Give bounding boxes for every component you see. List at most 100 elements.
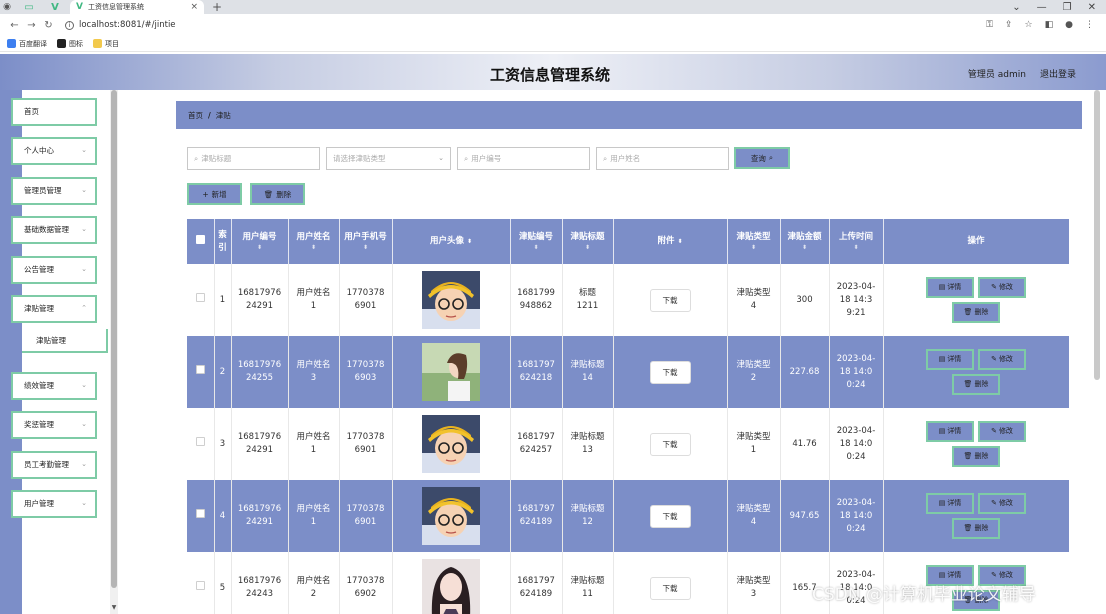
user-name-input[interactable]: ⌕ 用户姓名 — [596, 147, 729, 170]
download-button[interactable]: 下载 — [649, 432, 691, 456]
sort-icon[interactable]: ⬍ — [830, 244, 883, 252]
new-tab-button[interactable]: + — [212, 0, 222, 14]
sort-icon[interactable]: ⬍ — [467, 238, 472, 245]
column-header[interactable]: 上传时间 ⬍ — [829, 219, 884, 264]
browser-tab-vue[interactable]: V — [44, 1, 66, 13]
user-no-input[interactable]: ⌕ 用户编号 — [457, 147, 590, 170]
delete-button[interactable]: 🗑 删除 — [952, 374, 1000, 395]
edit-button[interactable]: ✎ 修改 — [978, 493, 1026, 514]
column-header[interactable]: 津贴编号 ⬍ — [510, 219, 563, 264]
edit-button[interactable]: ✎ 修改 — [978, 277, 1026, 298]
delete-button[interactable]: 🗑 删除 — [952, 518, 1000, 539]
sidebar-subitem-allowance[interactable]: 津贴管理 — [22, 329, 108, 353]
column-header[interactable]: 用户编号 ⬍ — [231, 219, 289, 264]
column-header[interactable]: 用户头像 ⬍ — [392, 219, 511, 264]
column-header[interactable]: 用户姓名 ⬍ — [288, 219, 340, 264]
batch-delete-button[interactable]: 🗑 删除 — [250, 183, 305, 205]
table-row[interactable]: 3 1681797624291 用户姓名1 17703786901 1681797624… — [187, 408, 1069, 480]
delete-button[interactable]: 🗑 删除 — [952, 302, 1000, 323]
close-window-icon[interactable]: ✕ — [1088, 2, 1096, 13]
reload-icon[interactable]: ↻ — [40, 20, 57, 31]
table-row[interactable]: 2 1681797624255 用户姓名3 17703786903 1681797624… — [187, 336, 1069, 408]
browser-tab-active[interactable]: V 工资信息管理系统 × — [70, 0, 204, 14]
profile-icon[interactable]: ● — [1065, 20, 1073, 30]
browser-tab-blank[interactable]: ▭ — [18, 1, 40, 13]
page-scroll-thumb[interactable] — [1094, 90, 1100, 380]
key-icon[interactable]: ⚿ — [986, 20, 993, 30]
sidebar-item-profile[interactable]: 个人中心 ⌄ — [11, 137, 97, 165]
row-checkbox[interactable] — [195, 437, 205, 446]
site-info-icon[interactable]: i — [65, 20, 74, 30]
restore-icon[interactable]: ❐ — [1063, 2, 1072, 13]
sidebar-item-admin[interactable]: 管理员管理 ⌄ — [11, 177, 97, 205]
bookmark-item[interactable]: 项目 — [93, 39, 119, 49]
row-checkbox[interactable] — [195, 581, 205, 590]
forward-icon[interactable]: → — [23, 20, 40, 31]
sidebar-item-allowance[interactable]: 津贴管理 ⌃ — [11, 295, 97, 323]
column-header[interactable]: 津贴类型 ⬍ — [727, 219, 781, 264]
row-select-cell[interactable] — [187, 552, 215, 614]
address-bar[interactable]: i localhost:8081/#/jintie — [65, 20, 176, 30]
sidebar-item-performance[interactable]: 绩效管理 ⌄ — [11, 372, 97, 400]
sidebar-item-reward[interactable]: 奖惩管理 ⌄ — [11, 411, 97, 439]
bookmark-item[interactable]: 图标 — [57, 39, 83, 49]
row-select-cell[interactable] — [187, 480, 215, 552]
row-checkbox[interactable] — [195, 293, 205, 302]
star-icon[interactable]: ☆ — [1025, 20, 1033, 30]
detail-button[interactable]: ▤ 详情 — [926, 349, 974, 370]
sidebar-scroll-thumb[interactable] — [111, 90, 117, 588]
sidebar-item-home[interactable]: 首页 — [11, 98, 97, 126]
column-header[interactable]: 津贴金额 ⬍ — [780, 219, 830, 264]
sort-icon[interactable]: ⬍ — [728, 244, 780, 252]
detail-button[interactable]: ▤ 详情 — [926, 421, 974, 442]
column-header[interactable]: 用户手机号 ⬍ — [339, 219, 393, 264]
download-button[interactable]: 下载 — [649, 288, 691, 312]
row-select-cell[interactable] — [187, 336, 215, 408]
sort-icon[interactable]: ⬍ — [511, 244, 562, 252]
logout-link[interactable]: 退出登录 — [1040, 67, 1076, 80]
sort-icon[interactable]: ⬍ — [677, 238, 682, 245]
row-select-cell[interactable] — [187, 408, 215, 480]
share-icon[interactable]: ⇪ — [1005, 20, 1013, 30]
row-select-cell[interactable] — [187, 264, 215, 336]
more-icon[interactable]: ⋮ — [1085, 20, 1094, 30]
minimize-icon[interactable]: — — [1037, 2, 1047, 13]
column-header[interactable]: 津贴标题 ⬍ — [562, 219, 614, 264]
table-row[interactable]: 1 1681797624291 用户姓名1 17703786901 1681799948… — [187, 264, 1069, 336]
table-row[interactable]: 4 1681797624291 用户姓名1 17703786901 1681797624… — [187, 480, 1069, 552]
sort-icon[interactable]: ⬍ — [232, 244, 288, 252]
sidebar-item-notice[interactable]: 公告管理 ⌄ — [11, 256, 97, 284]
detail-button[interactable]: ▤ 详情 — [926, 493, 974, 514]
add-button[interactable]: + 新增 — [187, 183, 242, 205]
close-tab-icon[interactable]: × — [190, 2, 198, 12]
chrome-menu-icon[interactable]: ◉ — [0, 0, 14, 14]
delete-button[interactable]: 🗑 删除 — [952, 446, 1000, 467]
edit-button[interactable]: ✎ 修改 — [978, 421, 1026, 442]
scroll-down-icon[interactable]: ▼ — [110, 604, 118, 614]
select-all-checkbox[interactable] — [195, 234, 205, 244]
download-button[interactable]: 下载 — [649, 360, 691, 384]
sort-icon[interactable]: ⬍ — [781, 244, 829, 252]
sort-icon[interactable]: ⬍ — [340, 244, 392, 252]
sort-icon[interactable]: ⬍ — [289, 244, 339, 252]
select-all-header[interactable] — [187, 219, 215, 264]
edit-button[interactable]: ✎ 修改 — [978, 349, 1026, 370]
type-select[interactable]: 请选择津贴类型 ⌄ — [326, 147, 451, 170]
breadcrumb-home[interactable]: 首页 — [188, 110, 203, 121]
download-button[interactable]: 下载 — [649, 504, 691, 528]
sort-icon[interactable]: ⬍ — [563, 244, 613, 252]
sidepanel-icon[interactable]: ◧ — [1045, 20, 1054, 30]
chevron-down-icon[interactable]: ⌄ — [1012, 2, 1020, 13]
sidebar-item-users[interactable]: 用户管理 ⌄ — [11, 490, 97, 518]
back-icon[interactable]: ← — [6, 20, 23, 31]
title-search-input[interactable]: ⌕ 津贴标题 — [187, 147, 320, 170]
sidebar-item-attendance[interactable]: 员工考勤管理 ⌄ — [11, 451, 97, 479]
query-button[interactable]: 查询 ⌕ — [734, 147, 790, 169]
column-header[interactable]: 附件 ⬍ — [613, 219, 728, 264]
row-checkbox[interactable] — [195, 365, 205, 374]
download-button[interactable]: 下载 — [649, 576, 691, 600]
column-header[interactable]: 索引 — [214, 219, 232, 264]
row-checkbox[interactable] — [195, 509, 205, 518]
sidebar-item-basic-data[interactable]: 基础数据管理 ⌄ — [11, 216, 97, 244]
detail-button[interactable]: ▤ 详情 — [926, 277, 974, 298]
